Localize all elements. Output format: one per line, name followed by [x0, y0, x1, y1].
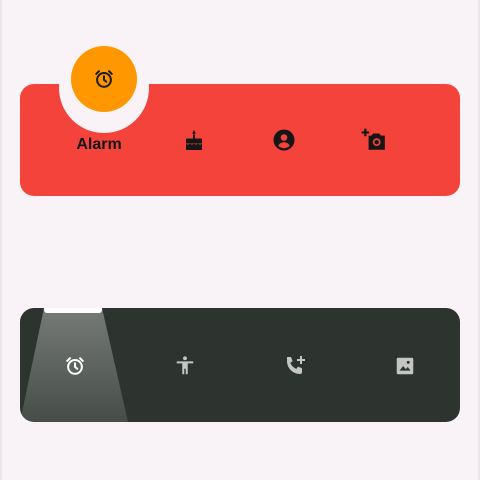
add-call-icon — [283, 354, 307, 378]
nav-item-alarm-label[interactable]: Alarm — [62, 136, 136, 154]
nav-item-image[interactable] — [385, 348, 425, 384]
accessibility-icon — [174, 355, 196, 377]
nav-item-add-call[interactable] — [275, 348, 315, 384]
alarm-clock-icon — [93, 68, 115, 90]
add-a-photo-icon — [361, 127, 387, 153]
cake-icon — [182, 128, 206, 152]
nav-item-account[interactable] — [254, 120, 314, 160]
account-circle-icon — [272, 128, 296, 152]
left-edge-divider — [0, 0, 2, 480]
nav-item-cake[interactable] — [164, 120, 224, 160]
selected-alarm-fab[interactable] — [71, 46, 137, 112]
nav-item-alarm[interactable] — [55, 348, 95, 384]
image-icon — [394, 355, 416, 377]
nav-item-add-photo[interactable] — [344, 120, 404, 160]
selected-indicator-bar — [44, 308, 102, 313]
nav-item-accessibility[interactable] — [165, 348, 205, 384]
alarm-clock-icon — [64, 355, 86, 377]
